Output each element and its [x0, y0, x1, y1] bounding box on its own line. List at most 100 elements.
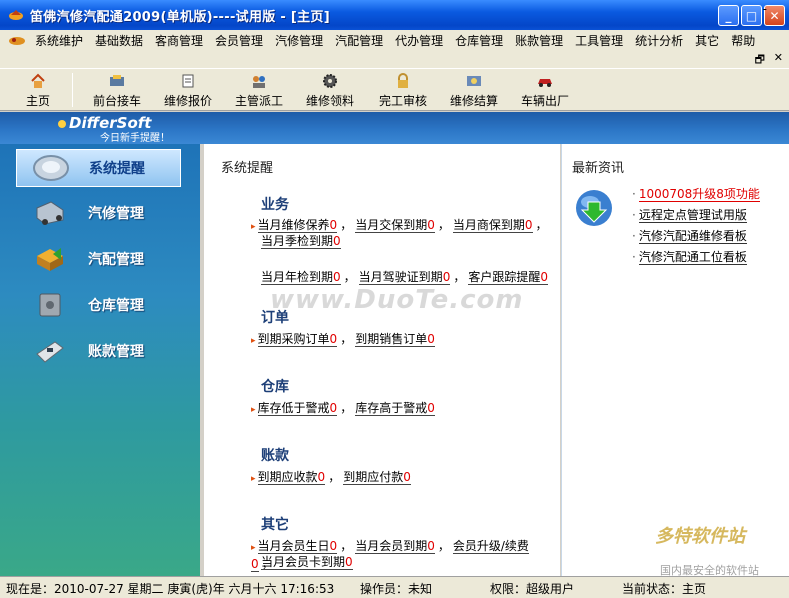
- status-operator: 操作员：未知: [360, 582, 433, 596]
- menu-bar: 系统维护 基础数据 客商管理 会员管理 汽修管理 汽配管理 代办管理 仓库管理 账款管理 工具管理…: [0, 30, 789, 50]
- menu-item-5[interactable]: 汽配管理: [329, 32, 389, 49]
- reminder-link[interactable]: 当月会员到期0: [355, 539, 435, 554]
- maximize-button[interactable]: □: [741, 5, 762, 26]
- toolbar-button-7[interactable]: 车辆出厂: [515, 69, 575, 112]
- comma-separator: ，: [340, 401, 353, 415]
- sidebar-item-1[interactable]: 汽修管理: [16, 194, 181, 232]
- menu-item-4[interactable]: 汽修管理: [269, 32, 329, 49]
- menu-item-9[interactable]: 工具管理: [569, 32, 629, 49]
- toolbar-button-3[interactable]: 主管派工: [229, 69, 289, 112]
- comma-separator: ，: [340, 539, 353, 553]
- reminder-link[interactable]: 到期销售订单0: [355, 332, 435, 347]
- sidebar-item-label: 汽修管理: [88, 206, 144, 222]
- sidebar-item-2[interactable]: 汽配管理: [16, 240, 181, 278]
- toolbar-button-6[interactable]: 维修结算: [444, 69, 504, 112]
- toolbar-button-1[interactable]: 前台接车: [87, 69, 147, 112]
- toolbar-button-4[interactable]: 维修领料: [300, 69, 360, 112]
- toolbar-button-0[interactable]: 主页: [8, 69, 68, 112]
- reminder-link[interactable]: 当月会员卡到期0: [261, 555, 353, 570]
- menu-item-7[interactable]: 仓库管理: [449, 32, 509, 49]
- sidebar-item-0[interactable]: 系统提醒: [16, 149, 181, 187]
- arrow-icon: ▸: [251, 405, 256, 415]
- news-link[interactable]: 汽修汽配通维修看板: [638, 229, 747, 244]
- bullet-icon: ·: [632, 187, 636, 201]
- reminder-link[interactable]: 当月季检到期0: [261, 234, 341, 249]
- sidebar-item-label: 账款管理: [88, 344, 144, 360]
- section-other-title: 其它: [261, 517, 289, 533]
- lock-icon: [394, 72, 412, 89]
- sidebar: 系统提醒汽修管理汽配管理仓库管理账款管理: [0, 144, 200, 576]
- toolbar-label: 维修领料: [305, 93, 354, 108]
- menu-item-2[interactable]: 客商管理: [149, 32, 209, 49]
- reminder-link[interactable]: 到期应付款0: [343, 470, 411, 485]
- menu-logo-icon: [9, 37, 25, 45]
- comma-separator: ，: [340, 332, 353, 346]
- title-bar: 笛佛汽修汽配通2009(单机版)----试用版 - [主页] _ □ ✕: [0, 0, 789, 30]
- reminder-count: 0: [329, 332, 338, 346]
- reminder-link-label: 当月年检到期: [261, 270, 334, 284]
- reminder-link[interactable]: 到期采购订单0: [257, 332, 338, 347]
- sidebar-item-4[interactable]: 账款管理: [16, 332, 181, 370]
- reminder-link[interactable]: 当月商保到期0: [452, 218, 533, 233]
- truck-icon: [30, 196, 70, 230]
- menu-item-6[interactable]: 代办管理: [389, 32, 449, 49]
- app-logo-icon: [9, 10, 23, 20]
- comma-separator: ，: [535, 218, 548, 232]
- reminder-link[interactable]: 客户跟踪提醒0: [468, 270, 548, 285]
- settlement-icon: [465, 73, 483, 89]
- bell-icon: [31, 151, 71, 185]
- menu-item-0[interactable]: 系统维护: [29, 32, 89, 49]
- reminder-count: 0: [427, 539, 435, 553]
- toolbar-label: 主页: [25, 93, 50, 108]
- menu-item-11[interactable]: 其它: [689, 32, 725, 49]
- reminder-link[interactable]: 当月交保到期0: [355, 218, 435, 233]
- menu-item-10[interactable]: 统计分析: [629, 32, 689, 49]
- sidebar-item-3[interactable]: 仓库管理: [16, 286, 181, 324]
- quote-icon: [179, 73, 197, 89]
- news-title: 最新资讯: [572, 161, 625, 176]
- warehouse-icon: [30, 288, 70, 322]
- bullet-icon: ·: [632, 229, 636, 243]
- reminder-link[interactable]: 当月会员生日0: [257, 539, 338, 554]
- reminder-link-label: 当月商保到期: [452, 218, 525, 232]
- news-link[interactable]: 1000708升级8项功能: [638, 187, 760, 202]
- mdi-close-button[interactable]: ✕: [774, 51, 783, 64]
- menu-item-12[interactable]: 帮助: [725, 32, 761, 49]
- bullet-icon: ·: [632, 208, 636, 222]
- toolbar: 主页 前台接车 维修报价 主管派工 维修领料 完工审核 维修结算 车辆出厂: [0, 68, 789, 111]
- reminder-link[interactable]: 到期应收款0: [257, 470, 326, 485]
- car-icon: [536, 73, 554, 89]
- section-account-title: 账款: [261, 448, 289, 464]
- status-time: 现在是：2010-07-27 星期二 庚寅(虎)年 六月十六 17:16:53: [6, 582, 335, 596]
- reminder-count: 0: [427, 218, 435, 232]
- reminder-link-label: 当月维修保养: [257, 218, 330, 232]
- news-link[interactable]: 汽修汽配通工位看板: [638, 250, 747, 265]
- reminder-link[interactable]: 当月年检到期0: [261, 270, 341, 285]
- menu-item-8[interactable]: 账款管理: [509, 32, 569, 49]
- mdi-minimize-button[interactable]: -: [763, 2, 767, 16]
- menu-item-1[interactable]: 基础数据: [89, 32, 149, 49]
- arrow-icon: ▸: [251, 543, 256, 553]
- reminder-link[interactable]: 当月驾驶证到期0: [358, 270, 451, 285]
- comma-separator: ，: [343, 270, 356, 284]
- reminder-link-label: 库存低于警戒: [257, 401, 330, 415]
- other-row-1b: 当月会员卡到期0: [261, 554, 561, 570]
- dispatch-icon: [250, 73, 268, 89]
- reminder-link-label: 当月会员到期: [355, 539, 428, 553]
- news-panel: 最新资讯 · 1000708升级8项功能 · 远程定点管理试用版 · 汽修汽配通维修看板 ·…: [561, 144, 789, 576]
- reminder-link[interactable]: 当月维修保养0: [257, 218, 338, 233]
- news-link[interactable]: 远程定点管理试用版: [638, 208, 747, 223]
- reception-icon: [108, 73, 126, 89]
- reminder-link-label: 当月驾驶证到期: [358, 270, 443, 284]
- reminder-link[interactable]: 库存低于警戒0: [257, 401, 338, 416]
- brand-subtitle: 今日新手提醒！: [100, 133, 170, 144]
- reminder-link-label: 客户跟踪提醒: [468, 270, 541, 284]
- close-button[interactable]: ✕: [764, 5, 785, 26]
- toolbar-button-2[interactable]: 维修报价: [158, 69, 218, 112]
- toolbar-button-5[interactable]: 完工审核: [373, 69, 433, 112]
- reminder-count: 0: [345, 555, 353, 569]
- minimize-button[interactable]: _: [718, 5, 739, 26]
- reminder-link[interactable]: 库存高于警戒0: [355, 401, 435, 416]
- order-row: ▸ 到期采购订单0，到期销售订单0: [251, 331, 551, 349]
- menu-item-3[interactable]: 会员管理: [209, 32, 269, 49]
